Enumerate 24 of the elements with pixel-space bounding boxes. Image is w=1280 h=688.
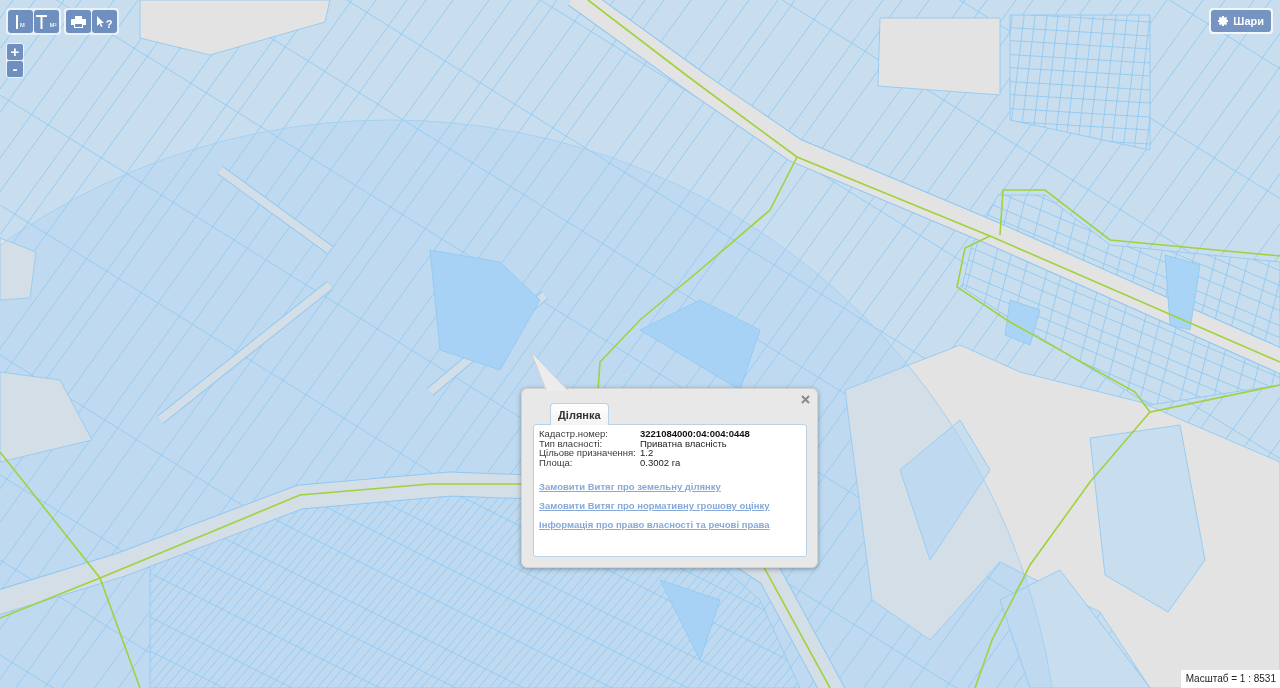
scale-label: Масштаб = 1 : 8531 [1180,670,1280,688]
cursor-icon [96,16,104,27]
close-icon[interactable] [801,395,810,404]
field-value: 0.3002 га [640,457,682,467]
field-label: Кадастр.номер: [539,429,609,439]
gear-icon [1218,16,1229,26]
field-label: Площа: [539,457,573,467]
field-label: Цільове призначення: [539,448,637,458]
vertical-line-icon [16,14,19,29]
field-label: Тип власності: [539,438,603,448]
zoom-out-button[interactable]: - [7,61,23,77]
popup-tab[interactable]: Ділянка [550,403,609,425]
printer-icon [71,15,86,28]
layers-button[interactable]: Шари [1211,10,1271,32]
popup-link[interactable]: Замовити Витяг про нормативну грошову оцінку [539,500,770,511]
field-value: Приватна власність [640,438,728,448]
field-value: 1.2 [640,448,654,458]
zoom-in-button[interactable]: + [7,44,23,60]
identify-button[interactable]: ? [92,10,117,33]
field-value: 3221084000:04:004:0448 [640,429,750,439]
popup-link[interactable]: Інформація про право власності та речові права [539,519,770,530]
print-button[interactable] [66,10,91,33]
t-bar-icon [36,14,48,29]
popup-link[interactable]: Замовити Витяг про земельну ділянку [539,481,721,492]
